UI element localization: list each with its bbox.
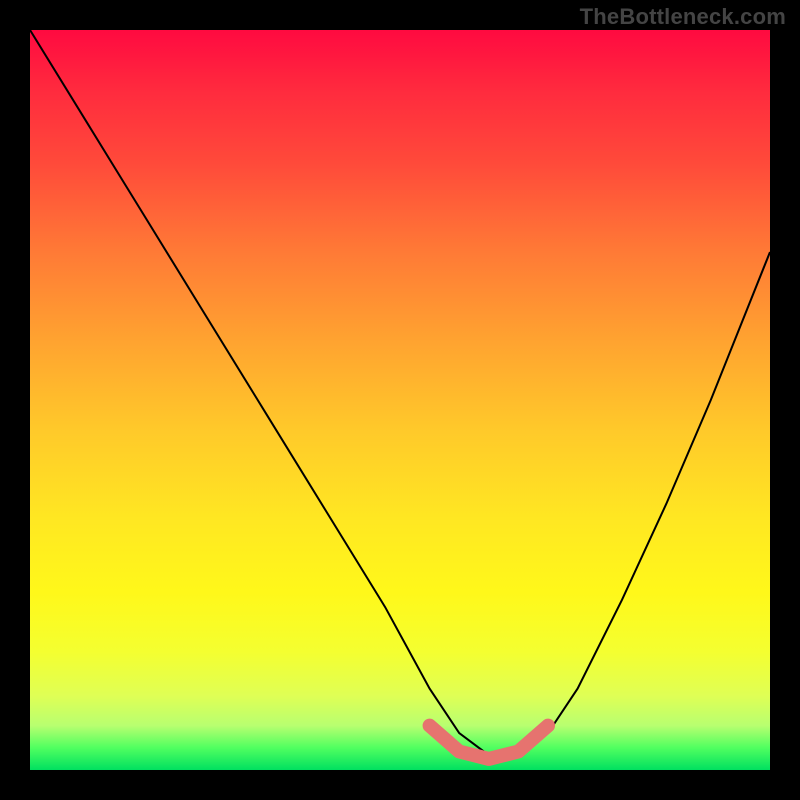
plot-area [30,30,770,770]
highlight-band-path [430,726,548,759]
chart-frame: TheBottleneck.com [0,0,800,800]
attribution-text: TheBottleneck.com [580,4,786,30]
curve-svg [30,30,770,770]
bottleneck-curve-path [30,30,770,755]
